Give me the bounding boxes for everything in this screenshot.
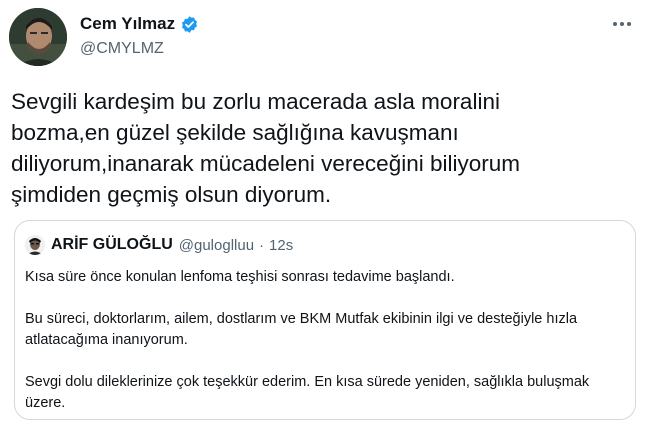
- quoted-author-avatar[interactable]: [25, 235, 45, 255]
- quoted-separator: ·: [259, 236, 265, 254]
- more-options-icon[interactable]: [610, 14, 634, 34]
- quoted-author-name[interactable]: ARİF GÜLOĞLU: [51, 236, 173, 254]
- verified-badge-icon: [180, 15, 199, 34]
- quoted-profile-photo-icon: [25, 235, 45, 255]
- quoted-paragraph: Bu süreci, doktorlarım, ailem, dostlarım…: [25, 311, 578, 348]
- author-handle[interactable]: @CMYLMZ: [80, 40, 164, 58]
- quoted-paragraph: Sevgi dolu dileklerinize çok teşekkür ed…: [25, 374, 590, 411]
- quoted-author-handle[interactable]: @guloglluu: [179, 237, 254, 254]
- tweet-text: Sevgili kardeşim bu zorlu macerada asla …: [11, 89, 520, 207]
- quoted-tweet-body: Kısa süre önce konulan lenfoma teşhisi s…: [25, 267, 625, 414]
- author-avatar[interactable]: [9, 8, 67, 66]
- quoted-tweet[interactable]: ARİF GÜLOĞLU @guloglluu · 12s Kısa süre …: [14, 220, 636, 420]
- author-name-row[interactable]: Cem Yılmaz: [80, 14, 199, 34]
- quoted-timestamp[interactable]: 12s: [269, 237, 293, 254]
- tweet[interactable]: Cem Yılmaz @CMYLMZ Sevgili kardeşim bu z…: [0, 0, 650, 428]
- author-display-name[interactable]: Cem Yılmaz: [80, 14, 175, 34]
- quoted-tweet-header: ARİF GÜLOĞLU @guloglluu · 12s: [25, 235, 293, 255]
- quoted-paragraph: Kısa süre önce konulan lenfoma teşhisi s…: [25, 269, 455, 285]
- profile-photo-icon: [9, 8, 67, 66]
